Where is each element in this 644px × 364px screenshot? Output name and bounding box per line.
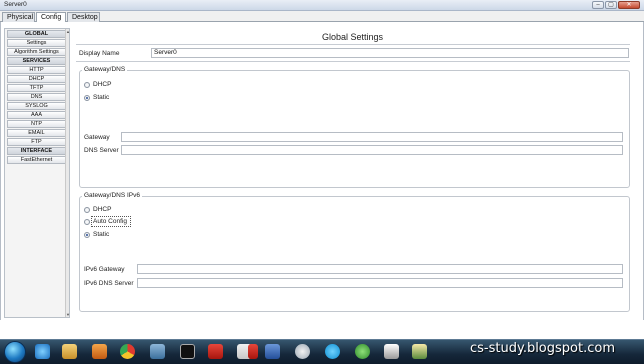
system-tray: [601, 345, 639, 357]
ipv6-dhcp-radio[interactable]: [84, 207, 90, 213]
utorrent-icon[interactable]: [355, 344, 370, 359]
ipv6-auto-config-label: Auto Config: [93, 218, 127, 225]
display-name-label: Display Name: [79, 50, 120, 57]
packet-tracer-icon[interactable]: [412, 344, 427, 359]
word-icon[interactable]: [265, 344, 280, 359]
ipv6-dhcp-label: DHCP: [93, 206, 112, 213]
ipv6-static-radio[interactable]: [84, 232, 90, 238]
sidebar-header-global: GLOBAL: [7, 30, 66, 38]
sidebar-item-aaa[interactable]: AAA: [7, 111, 66, 119]
paint-icon[interactable]: [295, 344, 310, 359]
ipv4-static-label: Static: [93, 94, 110, 101]
sidebar-header-services: SERVICES: [7, 57, 66, 65]
ipv6-gateway-input[interactable]: [137, 264, 623, 274]
sidebar-item-ntp[interactable]: NTP: [7, 120, 66, 128]
sidebar-header-interface: INTERFACE: [7, 147, 66, 155]
skype-icon[interactable]: [325, 344, 340, 359]
gateway-dns-group: [79, 70, 630, 188]
sidebar-item-syslog[interactable]: SYSLOG: [7, 102, 66, 110]
sidebar-item-fastethernet[interactable]: FastEthernet: [7, 156, 66, 164]
watermark-text: cs-study.blogspot.com: [470, 341, 615, 356]
window-titlebar: Server0 – ▢ ✕: [0, 0, 644, 11]
pdf-reader-icon[interactable]: [248, 344, 258, 359]
minimize-button[interactable]: –: [592, 1, 604, 9]
sidebar-item-settings[interactable]: Settings: [7, 39, 66, 47]
close-button[interactable]: ✕: [618, 1, 640, 9]
gateway-dns-ipv6-group-title: Gateway/DNS IPv6: [82, 192, 142, 199]
gateway-label: Gateway: [84, 134, 110, 141]
sidebar-item-http[interactable]: HTTP: [7, 66, 66, 74]
sidebar-item-algorithm-settings[interactable]: Algorithm Settings: [7, 48, 66, 56]
ipv6-static-label: Static: [93, 231, 110, 238]
ipv4-static-radio[interactable]: [84, 95, 90, 101]
pdf-icon[interactable]: [208, 344, 223, 359]
ipv6-gateway-label: IPv6 Gateway: [84, 266, 125, 273]
start-button[interactable]: [4, 341, 26, 363]
terminal-icon[interactable]: [180, 344, 195, 359]
chrome-icon[interactable]: [120, 344, 135, 359]
maximize-button[interactable]: ▢: [605, 1, 617, 9]
gateway-dns-ipv6-group: [79, 196, 630, 312]
ipv4-dhcp-radio[interactable]: [84, 82, 90, 88]
tab-desktop[interactable]: Desktop: [67, 12, 100, 22]
tab-physical[interactable]: Physical: [2, 12, 35, 22]
explorer-icon[interactable]: [62, 344, 77, 359]
window-title: Server0: [4, 1, 27, 8]
display-name-divider: [76, 61, 630, 62]
dns-server-label: DNS Server: [84, 147, 119, 154]
scroll-up-icon[interactable]: ▲: [66, 29, 70, 34]
dns-server-input[interactable]: [121, 145, 623, 155]
sidebar-item-dns[interactable]: DNS: [7, 93, 66, 101]
media-player-icon[interactable]: [92, 344, 107, 359]
page-title: Global Settings: [321, 32, 384, 42]
ipv6-dns-server-input[interactable]: [137, 278, 623, 288]
sidebar-item-tftp[interactable]: TFTP: [7, 84, 66, 92]
sidebar-item-ftp[interactable]: FTP: [7, 138, 66, 146]
title-divider: [76, 44, 630, 45]
sidebar-scrollbar[interactable]: ▲ ▼: [65, 29, 70, 317]
sidebar-item-email[interactable]: EMAIL: [7, 129, 66, 137]
ipv6-auto-config-radio[interactable]: [84, 219, 90, 225]
ipv6-dns-server-label: IPv6 DNS Server: [84, 280, 134, 287]
scroll-down-icon[interactable]: ▼: [66, 312, 70, 317]
network-icon[interactable]: [150, 344, 165, 359]
ipv4-dhcp-label: DHCP: [93, 81, 112, 88]
clapper-icon[interactable]: [384, 344, 399, 359]
gateway-dns-group-title: Gateway/DNS: [82, 66, 128, 73]
display-name-input[interactable]: Server0: [151, 48, 629, 58]
ie-icon[interactable]: [35, 344, 50, 359]
config-sidebar: GLOBAL Settings Algorithm Settings SERVI…: [4, 28, 70, 318]
gateway-input[interactable]: [121, 132, 623, 142]
sidebar-item-dhcp[interactable]: DHCP: [7, 75, 66, 83]
tab-bar: Physical Config Desktop: [0, 11, 644, 23]
